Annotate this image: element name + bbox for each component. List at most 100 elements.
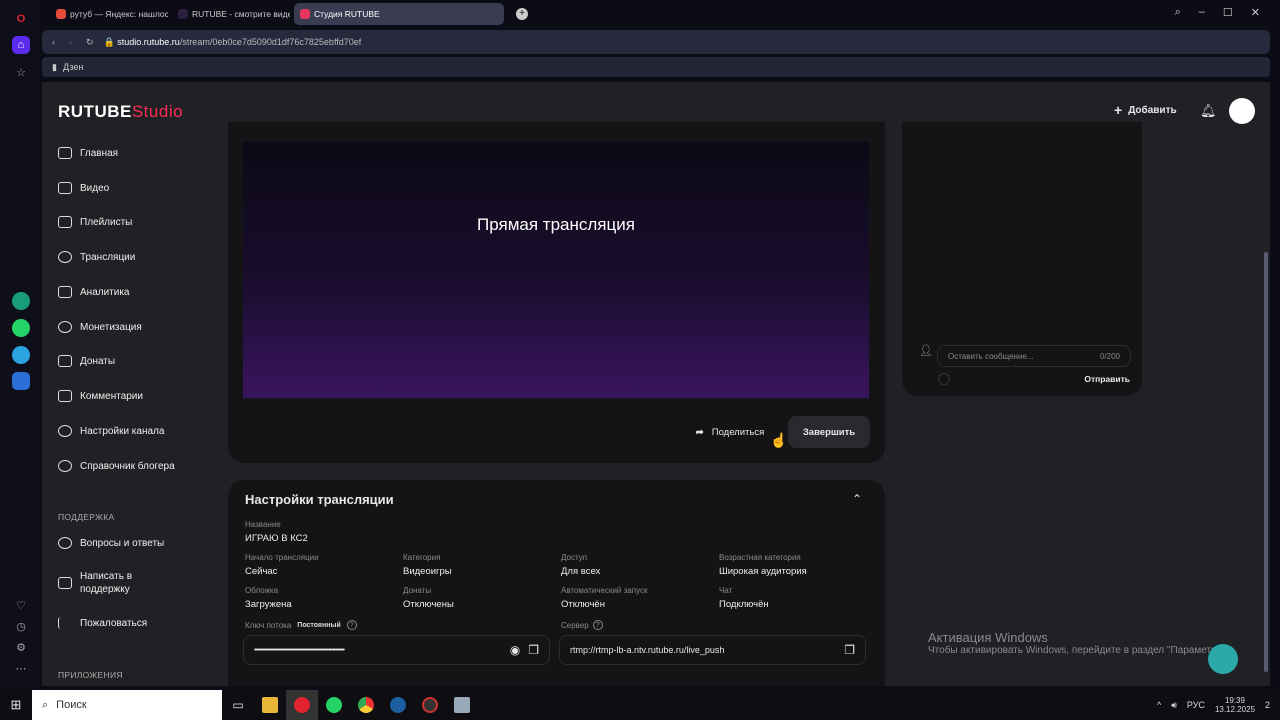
sidebar-item-donations[interactable]: Донаты	[58, 355, 115, 367]
emoji-icon[interactable]	[938, 373, 950, 385]
video-preview[interactable]: Прямая трансляция	[243, 142, 869, 398]
avatar[interactable]	[1229, 98, 1255, 124]
star-icon[interactable]: ☆	[12, 63, 30, 81]
page-icon: ▮	[52, 61, 57, 72]
setting-label: Чат	[719, 586, 733, 595]
sidebar-item-channel-settings[interactable]: Настройки канала	[58, 425, 164, 437]
minimize-button[interactable]: –	[1199, 6, 1205, 19]
settings-title: Настройки трансляции	[245, 492, 394, 507]
steam-icon[interactable]	[382, 690, 414, 720]
settings-icon[interactable]: ⚙	[12, 638, 30, 656]
tray-chevron-icon[interactable]: ^	[1157, 700, 1161, 710]
setting-label: Доступ	[561, 553, 588, 562]
sidebar-item-report[interactable]: Пожаловаться	[58, 617, 147, 629]
collapse-chevron-icon[interactable]: ⌃	[852, 492, 862, 506]
sidebar-item-blogger-guide[interactable]: Справочник блогера	[58, 460, 175, 472]
reload-icon[interactable]: ↻	[86, 37, 94, 48]
setting-value: Отключены	[403, 599, 454, 610]
studio-page: RUTUBEStudio + Добавить 🔔︎ Главная Видео …	[42, 82, 1270, 686]
clock[interactable]: 19:39 13.12.2025	[1215, 696, 1255, 714]
tab-studio[interactable]: Студия RUTUBE	[294, 3, 504, 25]
scrollbar[interactable]	[1264, 252, 1268, 672]
maximize-button[interactable]: ☐	[1223, 6, 1233, 19]
tab-rutube[interactable]: RUTUBE - смотрите виде	[172, 3, 290, 25]
home-icon[interactable]: ⌂	[12, 36, 30, 54]
opera-sidebar: O ⌂ ☆ ♡ ◷ ⚙ ⋯	[0, 0, 40, 690]
sidebar-item-comments[interactable]: Комментарии	[58, 390, 143, 402]
sidebar-item-analytics[interactable]: Аналитика	[58, 286, 130, 298]
finish-button[interactable]: Завершить	[788, 416, 870, 448]
sidebar-item-contact-support[interactable]: Написать в поддержку	[58, 570, 198, 596]
cursor-icon: ☝	[770, 432, 788, 448]
sidebar-item-video[interactable]: Видео	[58, 182, 109, 194]
tab-yandex[interactable]: рутуб — Яндекс: нашлос	[50, 3, 168, 25]
close-button[interactable]: ✕	[1251, 6, 1260, 19]
sidebar-item-home[interactable]: Главная	[58, 147, 118, 159]
name-value: ИГРАЮ В КС2	[245, 533, 308, 544]
sidebar-item-streams[interactable]: Трансляции	[58, 251, 135, 263]
send-button[interactable]: Отправить	[1084, 374, 1130, 384]
more-icon[interactable]: ⋯	[12, 659, 30, 677]
heart-icon[interactable]: ♡	[12, 596, 30, 614]
server-label: Сервер?	[561, 620, 603, 630]
chrome-icon[interactable]	[350, 690, 382, 720]
whatsapp-icon[interactable]	[12, 319, 30, 337]
stream-key-field[interactable]: ••••••••••••••••••••••••••••••••••••••••…	[243, 635, 550, 665]
setting-label: Автоматический запуск	[561, 586, 648, 595]
studio-icon	[300, 9, 310, 19]
windows-start-button[interactable]: ⊞	[0, 690, 32, 720]
back-icon[interactable]: ‹	[52, 37, 55, 47]
setting-label: Возрастная категория	[719, 553, 801, 562]
bell-icon[interactable]: 🔔︎	[1200, 103, 1217, 119]
plus-icon: +	[1114, 102, 1123, 118]
notifications-icon[interactable]: 2	[1265, 700, 1270, 710]
opera-logo-icon[interactable]: O	[12, 10, 30, 28]
stream-settings-card: Настройки трансляции ⌃ Название ИГРАЮ В …	[228, 480, 885, 686]
explorer-icon[interactable]	[254, 690, 286, 720]
add-button[interactable]: + Добавить	[1114, 102, 1177, 118]
sidebar-item-playlists[interactable]: Плейлисты	[58, 216, 132, 228]
windows-activation-watermark: Активация Windows Чтобы активировать Wind…	[928, 630, 1228, 656]
url[interactable]: 🔒 studio.rutube.ru/stream/0eb0ce7d5090d1…	[104, 37, 362, 48]
taskbar-search[interactable]: ⌕ Поиск	[32, 690, 222, 720]
help-icon	[58, 537, 72, 549]
logo[interactable]: RUTUBEStudio	[58, 102, 183, 122]
forward-icon[interactable]: ›	[69, 37, 72, 47]
eye-icon[interactable]: ◉	[510, 643, 520, 657]
task-view-icon[interactable]: ▭	[222, 690, 254, 720]
share-button[interactable]: ➦ Поделиться	[684, 416, 776, 448]
support-chat-button[interactable]	[1208, 644, 1238, 674]
taskbar: ⊞ ⌕ Поиск ▭ ^ 🔊︎ РУС 19:39 13.12.2025 2	[0, 690, 1280, 720]
tab-bar: рутуб — Яндекс: нашлос RUTUBE - смотрите…	[42, 0, 1280, 28]
language-indicator[interactable]: РУС	[1187, 700, 1205, 710]
app-icon[interactable]	[414, 690, 446, 720]
rutube-icon	[178, 9, 188, 19]
chatgpt-icon[interactable]	[12, 292, 30, 310]
setting-value: Отключён	[561, 599, 605, 610]
sidebar-item-monetization[interactable]: Монетизация	[58, 321, 142, 333]
setting-label: Начало трансляции	[245, 553, 319, 562]
copy-icon[interactable]: ❐	[528, 643, 539, 657]
window-icon[interactable]	[446, 690, 478, 720]
help-icon[interactable]: ?	[346, 620, 357, 630]
name-label: Название	[245, 520, 281, 529]
copy-icon[interactable]: ❐	[844, 643, 855, 657]
volume-icon[interactable]: 🔊︎	[1171, 700, 1177, 711]
telegram-icon[interactable]	[12, 346, 30, 364]
help-icon[interactable]: ?	[592, 620, 603, 630]
sidebar-item-faq[interactable]: Вопросы и ответы	[58, 537, 164, 549]
opera-icon[interactable]	[286, 690, 318, 720]
setting-label: Донаты	[403, 586, 432, 595]
address-bar[interactable]: ‹ › ↻ 🔒 studio.rutube.ru/stream/0eb0ce7d50…	[42, 30, 1270, 54]
setting-label: Обложка	[245, 586, 279, 595]
whatsapp-icon[interactable]	[318, 690, 350, 720]
bookmark-dzen[interactable]: Дзен	[63, 62, 83, 72]
server-field[interactable]: rtmp://rtmp-lb-a.ntv.rutube.ru/live_push…	[559, 635, 866, 665]
support-heading: ПОДДЕРЖКА	[58, 512, 115, 522]
new-tab-button[interactable]: +	[516, 8, 528, 20]
vk-icon[interactable]	[12, 372, 30, 390]
history-icon[interactable]: ◷	[12, 617, 30, 635]
search-icon[interactable]: ⌕	[1175, 6, 1181, 19]
stream-key-label: Ключ потока Постоянный?	[245, 620, 357, 630]
chat-message-input[interactable]: Оставить сообщение... 0/200	[937, 345, 1131, 367]
